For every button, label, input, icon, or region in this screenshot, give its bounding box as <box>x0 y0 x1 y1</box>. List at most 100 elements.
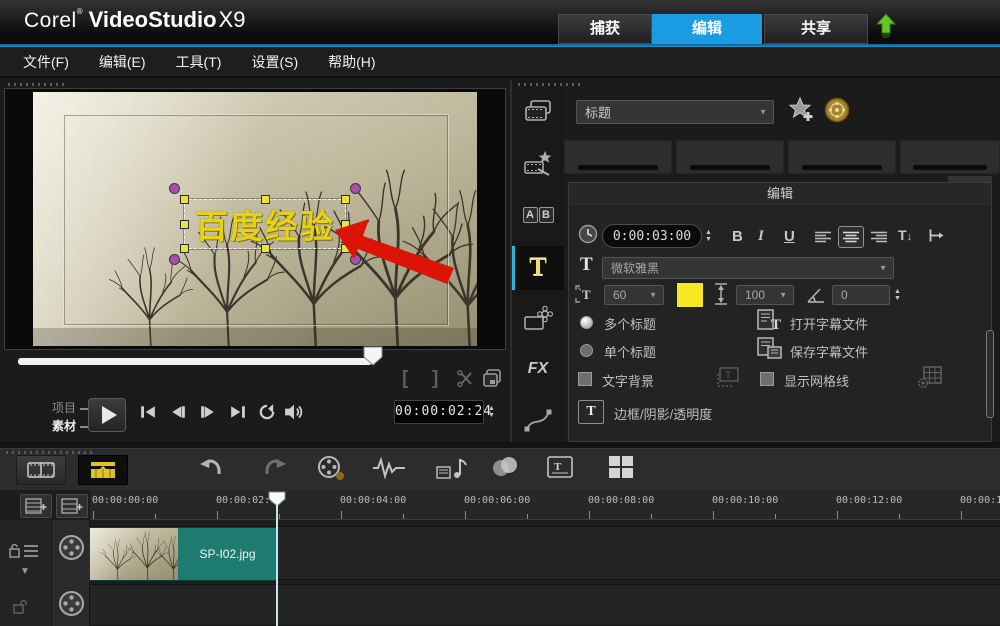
auto-music-button[interactable] <box>436 455 468 481</box>
split-screen-template-button[interactable] <box>608 455 634 479</box>
selection-handle[interactable] <box>341 195 350 204</box>
text-backdrop-label[interactable]: 文字背景 <box>602 371 654 390</box>
duration-field[interactable]: 0:00:03:00 <box>602 224 702 248</box>
open-subtitle-label[interactable]: 打开字幕文件 <box>790 314 868 333</box>
add-to-favorites-button[interactable] <box>788 96 816 124</box>
overlap-circles-button[interactable] <box>490 455 520 479</box>
mark-in-button[interactable]: [ <box>402 368 408 390</box>
menu-item-help[interactable]: 帮助(H) <box>328 52 375 72</box>
split-clip-button[interactable] <box>456 370 474 388</box>
checkbox-show-grid[interactable] <box>760 372 774 386</box>
upload-arrow-icon[interactable] <box>876 13 896 39</box>
tab-edit[interactable]: 编辑 <box>652 14 762 44</box>
radio-single-title[interactable] <box>580 344 593 357</box>
rotation-handle[interactable] <box>169 254 180 265</box>
mute-button[interactable] <box>284 403 304 421</box>
undo-button[interactable] <box>198 455 224 481</box>
rotate-angle-field[interactable]: 0 <box>832 285 890 305</box>
save-subtitle-button[interactable] <box>756 336 784 360</box>
home-button[interactable] <box>138 404 158 420</box>
scrub-bar[interactable] <box>18 358 372 365</box>
duration-spinner[interactable]: ▲▼ <box>705 229 712 243</box>
track-manager-button[interactable] <box>20 494 52 518</box>
line-spacing-dropdown[interactable]: 100 ▼ <box>736 285 794 305</box>
selection-handle[interactable] <box>341 244 350 253</box>
video-track-header[interactable] <box>58 534 85 561</box>
sidebar-graphic-button[interactable] <box>522 302 554 336</box>
multiple-titles-label[interactable]: 多个标题 <box>604 314 656 333</box>
font-family-dropdown[interactable]: 微软雅黑 ▼ <box>602 257 894 279</box>
sidebar-instant-project-button[interactable] <box>522 146 554 180</box>
font-color-swatch[interactable] <box>676 282 704 308</box>
overlay-track[interactable] <box>90 584 1000 626</box>
gold-reel-icon[interactable] <box>824 97 850 123</box>
sidebar-title-button[interactable]: T <box>512 246 564 290</box>
selection-handle[interactable] <box>341 220 350 229</box>
selection-handle[interactable] <box>180 220 189 229</box>
horizontal-text-button[interactable] <box>928 228 944 243</box>
gallery-category-dropdown[interactable]: 标题 ▼ <box>576 100 774 124</box>
bold-button[interactable]: B <box>732 228 743 245</box>
italic-button[interactable]: I <box>758 228 764 245</box>
border-shadow-label[interactable]: 边框/阴影/透明度 <box>614 404 712 423</box>
border-shadow-button[interactable]: T <box>578 400 604 424</box>
selection-handle[interactable] <box>261 195 270 204</box>
single-title-label[interactable]: 单个标题 <box>604 342 656 361</box>
preview-image[interactable]: 百度经验 <box>33 92 477 346</box>
rotation-handle[interactable] <box>169 183 180 194</box>
redo-button[interactable] <box>262 455 288 481</box>
font-size-dropdown[interactable]: 60 ▼ <box>604 285 664 305</box>
save-subtitle-label[interactable]: 保存字幕文件 <box>790 342 868 361</box>
template-thumbnail[interactable] <box>676 140 784 174</box>
prev-frame-button[interactable] <box>168 404 188 420</box>
show-grid-label[interactable]: 显示网格线 <box>784 371 849 390</box>
rotation-handle[interactable] <box>350 254 361 265</box>
open-subtitle-button[interactable]: T <box>756 308 784 332</box>
timeline-clip[interactable]: SP-I02.jpg <box>90 528 277 580</box>
add-track-button[interactable] <box>56 494 88 518</box>
align-right-button[interactable] <box>866 226 892 248</box>
timeline-view-button[interactable] <box>78 455 128 485</box>
align-left-button[interactable] <box>810 226 836 248</box>
tab-capture[interactable]: 捕获 <box>558 14 652 44</box>
waveform-button[interactable] <box>372 455 406 481</box>
timeline-ruler[interactable]: 00:00:00:0000:00:02:0000:00:04:0000:00:0… <box>90 490 1000 520</box>
track-lock-list-icon[interactable] <box>8 542 42 560</box>
vertical-text-button[interactable]: T↓ <box>898 227 912 243</box>
track-expand-chevron[interactable]: ▼ <box>20 566 30 577</box>
timecode-spinner[interactable]: ▲ ▼ <box>488 405 495 419</box>
spin-down-icon[interactable]: ▼ <box>488 412 495 419</box>
angle-spinner[interactable]: ▲▼ <box>894 288 901 302</box>
storyboard-view-button[interactable] <box>16 455 66 485</box>
panel-scrollbar[interactable] <box>986 330 994 418</box>
sidebar-filter-button[interactable]: FX <box>522 352 554 386</box>
underline-button[interactable]: U <box>784 228 795 245</box>
checkbox-text-backdrop[interactable] <box>578 372 592 386</box>
align-center-button[interactable] <box>838 226 864 248</box>
template-thumbnail[interactable] <box>900 140 1000 174</box>
mark-out-button[interactable]: ] <box>432 368 438 390</box>
tab-share[interactable]: 共享 <box>764 14 868 44</box>
rotation-handle[interactable] <box>350 183 361 194</box>
repeat-button[interactable] <box>258 403 276 421</box>
panel-header[interactable]: 编辑 <box>569 183 991 205</box>
backdrop-options-button[interactable]: T <box>714 364 742 390</box>
spin-up-icon[interactable]: ▲ <box>488 405 495 412</box>
grid-options-button[interactable] <box>916 364 944 390</box>
menu-item-tools[interactable]: 工具(T) <box>176 52 222 72</box>
project-mode-label[interactable]: 项目 <box>52 399 88 416</box>
template-thumbnail[interactable] <box>564 140 672 174</box>
selection-handle[interactable] <box>180 195 189 204</box>
menu-item-edit[interactable]: 编辑(E) <box>99 52 146 72</box>
scrub-playhead[interactable] <box>363 346 383 366</box>
menu-item-file[interactable]: 文件(F) <box>23 52 69 72</box>
menu-item-settings[interactable]: 设置(S) <box>251 52 298 72</box>
sidebar-motion-button[interactable] <box>522 402 554 436</box>
selection-handle[interactable] <box>261 244 270 253</box>
radio-multiple-titles[interactable] <box>580 316 593 329</box>
film-reel-button[interactable] <box>316 455 346 483</box>
next-frame-button[interactable] <box>198 404 218 420</box>
preview-timecode[interactable]: 00:00:02:24 <box>394 400 484 424</box>
template-thumbnail[interactable] <box>788 140 896 174</box>
sidebar-media-button[interactable] <box>522 94 554 128</box>
